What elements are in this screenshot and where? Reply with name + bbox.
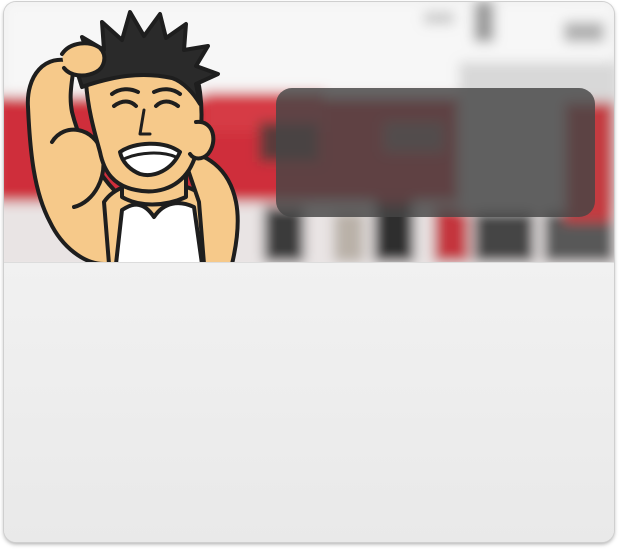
content-panel — [4, 262, 614, 542]
info-overlay-card — [276, 88, 595, 217]
app-window — [4, 2, 614, 542]
hero-banner — [4, 2, 614, 262]
